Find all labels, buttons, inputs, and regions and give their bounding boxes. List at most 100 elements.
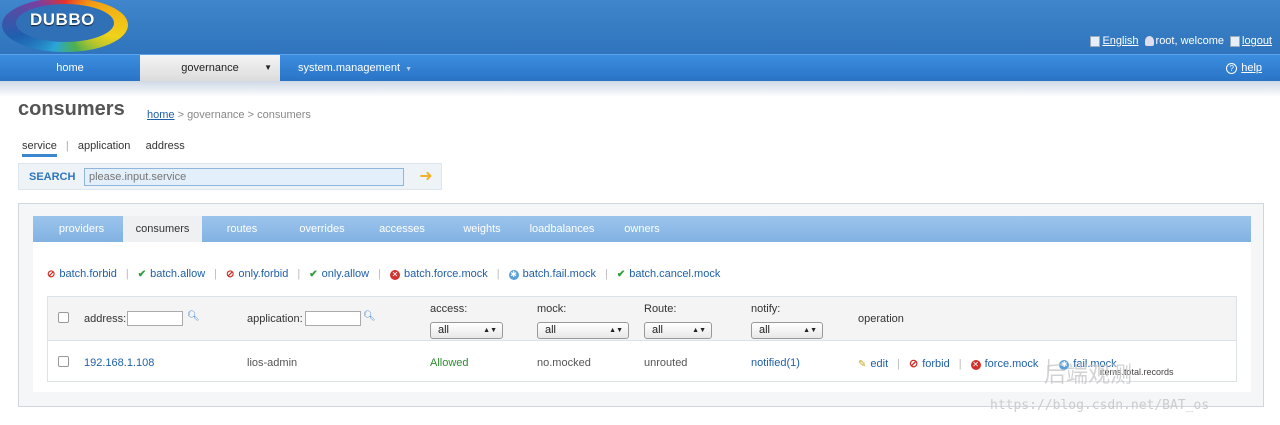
table-header: address: 🔍︎ application: 🔍︎ access: all ▲… <box>48 297 1236 341</box>
check-icon: ✔ <box>309 269 318 280</box>
search-icon[interactable]: 🔍︎ <box>187 311 200 322</box>
force-mock-button[interactable]: ✕ force.mock <box>970 358 1039 370</box>
batch-allow-button[interactable]: ✔ batch.allow <box>138 268 205 280</box>
header-mock: mock: <box>537 303 567 315</box>
row-mock: no.mocked <box>537 357 591 369</box>
search-input[interactable] <box>84 168 404 186</box>
edit-label: edit <box>870 358 889 370</box>
select-arrows-icon: ▲▼ <box>483 327 497 334</box>
force-mock-icon: ✕ <box>970 360 981 370</box>
tab-owners[interactable]: owners <box>602 216 682 242</box>
header-address: address: <box>84 313 127 325</box>
tab-divider: | <box>65 140 69 152</box>
logout-link[interactable]: logout <box>1230 35 1272 47</box>
action-divider: | <box>604 268 608 280</box>
batch-cancel-mock-label: batch.cancel.mock <box>629 268 721 280</box>
route-filter-select[interactable]: all ▲▼ <box>644 322 712 339</box>
notify-filter-value: all <box>759 324 771 336</box>
access-filter-select[interactable]: all ▲▼ <box>430 322 503 339</box>
application-filter-input[interactable] <box>305 311 361 326</box>
forbid-icon: ⊘ <box>909 358 919 370</box>
nav-system-management[interactable]: system.management ▼ <box>290 55 420 81</box>
nav-governance[interactable]: governance ▼ <box>140 55 280 81</box>
logout-link-text[interactable]: logout <box>1242 35 1272 47</box>
batch-force-mock-label: batch.force.mock <box>403 268 488 280</box>
tab-providers[interactable]: providers <box>33 216 130 242</box>
wechat-watermark: 后端观测 <box>1044 362 1133 387</box>
select-arrows-icon: ▲▼ <box>609 327 623 334</box>
tab-loadbalances[interactable]: loadbalances <box>522 216 602 242</box>
user-bar: English root, welcome logout <box>1090 35 1272 47</box>
logout-icon <box>1230 35 1241 47</box>
batch-fail-mock-button[interactable]: ✱ batch.fail.mock <box>508 268 596 280</box>
breadcrumb: home > governance > consumers <box>147 109 311 121</box>
edit-button[interactable]: ✎ edit <box>858 358 888 370</box>
search-tabs: service | application address <box>22 140 185 157</box>
force-mock-label: force.mock <box>984 358 1039 370</box>
tab-divider <box>136 140 139 152</box>
search-tab-address[interactable]: address <box>146 140 185 152</box>
route-filter-value: all <box>652 324 664 336</box>
op-divider: | <box>897 358 900 370</box>
tab-consumers[interactable]: consumers <box>123 216 202 242</box>
select-arrows-icon: ▲▼ <box>692 327 706 334</box>
help-link[interactable]: ? help <box>1226 62 1262 74</box>
batch-actions: ⊘ batch.forbid | ✔ batch.allow | ⊘ only.forbid |… <box>47 268 720 280</box>
tab-weights[interactable]: weights <box>442 216 522 242</box>
batch-cancel-mock-button[interactable]: ✔ batch.cancel.mock <box>617 268 721 280</box>
row-checkbox[interactable] <box>58 356 69 367</box>
nav-governance-label: governance <box>181 62 239 74</box>
dubbo-logo[interactable]: DUBBO <box>2 0 128 52</box>
row-address[interactable]: 192.168.1.108 <box>84 357 154 369</box>
nav-system-label: system.management <box>297 62 401 74</box>
action-divider: | <box>297 268 301 280</box>
tab-bar: providers consumers routes overrides acc… <box>33 216 1251 242</box>
search-bar: SEARCH ➜ <box>18 163 442 190</box>
select-arrows-icon: ▲▼ <box>803 327 817 334</box>
notify-filter-select[interactable]: all ▲▼ <box>751 322 823 339</box>
help-icon: ? <box>1226 63 1238 74</box>
only-forbid-label: only.forbid <box>238 268 289 280</box>
action-divider: | <box>214 268 218 280</box>
main-nav: home governance ▼ system.management ▼ ? hel… <box>0 54 1280 81</box>
source-watermark: https://blog.csdn.net/BAT_os <box>990 398 1210 413</box>
welcome-label: root, welcome <box>1155 35 1225 47</box>
tab-accesses[interactable]: accesses <box>362 216 442 242</box>
batch-forbid-button[interactable]: ⊘ batch.forbid <box>47 268 117 280</box>
header-route: Route: <box>644 303 677 315</box>
breadcrumb-rest: > governance > consumers <box>174 109 311 121</box>
check-icon: ✔ <box>616 269 626 280</box>
caret-down-icon: ▼ <box>264 63 272 72</box>
access-filter-value: all <box>438 324 450 336</box>
forbid-icon: ⊘ <box>226 269 235 280</box>
batch-force-mock-button[interactable]: ✕ batch.force.mock <box>389 268 488 280</box>
mock-filter-select[interactable]: all ▲▼ <box>537 322 629 339</box>
only-allow-button[interactable]: ✔ only.allow <box>309 268 369 280</box>
breadcrumb-home[interactable]: home <box>147 109 175 121</box>
help-label: help <box>1241 62 1262 74</box>
search-tab-application[interactable]: application <box>78 140 131 152</box>
search-tab-service[interactable]: service <box>22 140 57 157</box>
only-forbid-button[interactable]: ⊘ only.forbid <box>226 268 288 280</box>
user-icon <box>1144 36 1154 47</box>
tab-overrides[interactable]: overrides <box>282 216 362 242</box>
address-filter-input[interactable] <box>127 311 183 326</box>
language-link-text[interactable]: English <box>1102 35 1138 47</box>
nav-home[interactable]: home <box>0 55 140 81</box>
search-icon[interactable]: 🔍︎ <box>363 311 376 322</box>
header-notify: notify: <box>751 303 781 315</box>
caret-down-icon: ▼ <box>405 66 413 73</box>
language-link[interactable]: English <box>1090 35 1139 47</box>
nav-shadow <box>0 81 1280 97</box>
forbid-button[interactable]: ⊘ forbid <box>909 358 950 370</box>
check-icon: ✔ <box>137 269 147 280</box>
pencil-icon: ✎ <box>858 359 867 370</box>
row-notify[interactable]: notified(1) <box>751 357 800 369</box>
fail-mock-icon: ✱ <box>508 270 519 280</box>
tab-routes[interactable]: routes <box>202 216 282 242</box>
action-divider: | <box>378 268 381 280</box>
search-arrow-icon[interactable]: ➜ <box>415 168 437 186</box>
mock-filter-value: all <box>545 324 557 336</box>
select-all-checkbox[interactable] <box>58 312 69 323</box>
header-application: application: <box>247 313 303 325</box>
